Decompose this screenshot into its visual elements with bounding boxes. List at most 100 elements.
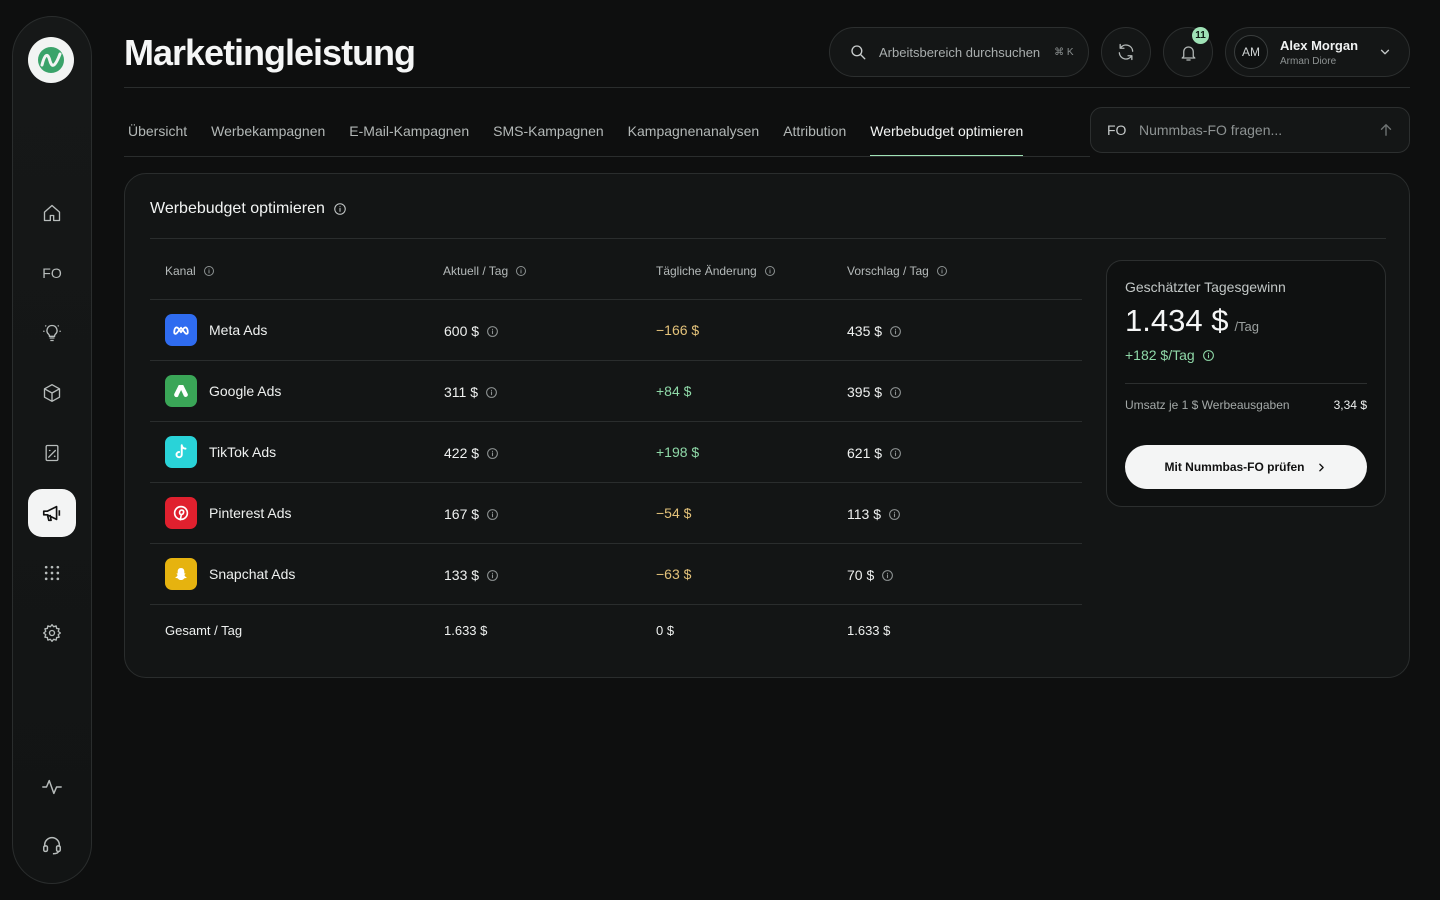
search-icon	[851, 45, 866, 60]
user-menu[interactable]: AM Alex Morgan Arman Diore	[1225, 27, 1410, 77]
value-text: 113 $	[847, 506, 881, 522]
card-divider	[150, 238, 1386, 239]
card-title-text: Werbebudget optimieren	[150, 200, 325, 217]
info-icon[interactable]	[889, 386, 902, 399]
column-label: Vorschlag / Tag	[847, 264, 929, 278]
daily-change: −166 $	[656, 322, 700, 338]
value-text: 422 $	[444, 445, 480, 461]
suggested-value: 113 $	[847, 506, 901, 522]
info-icon[interactable]	[1202, 349, 1215, 362]
info-icon[interactable]	[333, 202, 347, 216]
tab-sms-campaigns[interactable]: SMS-Kampagnen	[493, 123, 604, 157]
header-divider	[124, 87, 1410, 88]
notifications-button[interactable]: 11	[1163, 27, 1213, 77]
snapchat-logo-icon	[165, 558, 197, 590]
tabs-divider	[124, 156, 1090, 157]
nav-settings[interactable]	[28, 609, 76, 657]
daily-change: −54 $	[656, 505, 692, 521]
channel-name: Meta Ads	[209, 322, 268, 338]
fo-icon: FO	[1107, 122, 1127, 138]
tab-campaign-analytics[interactable]: Kampagnenanalysen	[628, 123, 760, 157]
info-icon[interactable]	[936, 265, 948, 277]
lightbulb-icon	[43, 324, 61, 342]
page-title: Marketingleistung	[124, 32, 416, 73]
sidebar: FO	[12, 16, 92, 884]
meta-logo-icon	[165, 314, 197, 346]
nav-support[interactable]	[28, 821, 76, 869]
value-text: 621 $	[847, 445, 883, 461]
bell-icon	[1181, 45, 1195, 61]
tab-attribution[interactable]: Attribution	[783, 123, 846, 157]
tab-email-campaigns[interactable]: E-Mail-Kampagnen	[349, 123, 469, 157]
search-input[interactable]: Arbeitsbereich durchsuchen ⌘ K	[829, 27, 1089, 77]
profit-amount: 1.434 $	[1125, 303, 1229, 338]
gear-icon	[43, 624, 61, 642]
button-label: Mit Nummbas-FO prüfen	[1164, 460, 1305, 474]
card-title: Werbebudget optimieren	[150, 200, 347, 218]
fo-icon: FO	[42, 265, 62, 281]
nav-apps[interactable]	[28, 549, 76, 597]
home-icon	[43, 204, 61, 222]
info-icon[interactable]	[889, 325, 902, 338]
suggested-value: 435 $	[847, 323, 902, 339]
info-icon[interactable]	[515, 265, 527, 277]
panel-divider	[1125, 383, 1367, 384]
current-value: 422 $	[444, 445, 499, 461]
info-icon[interactable]	[889, 447, 902, 460]
profit-delta-text: +182 $/Tag	[1125, 347, 1195, 363]
channel-name: Snapchat Ads	[209, 566, 296, 582]
notification-badge: 11	[1192, 27, 1209, 44]
suggested-value: 70 $	[847, 567, 894, 583]
nav-fo[interactable]: FO	[28, 249, 76, 297]
info-icon[interactable]	[486, 508, 499, 521]
nav-products[interactable]	[28, 369, 76, 417]
nav-reports[interactable]	[28, 429, 76, 477]
nav-insights[interactable]	[28, 309, 76, 357]
info-icon[interactable]	[486, 325, 499, 338]
user-subtitle: Arman Diore	[1280, 55, 1337, 67]
review-with-assistant-button[interactable]: Mit Nummbas-FO prüfen	[1125, 445, 1367, 489]
info-icon[interactable]	[485, 386, 498, 399]
value-text: 311 $	[444, 384, 478, 400]
nav-home[interactable]	[28, 189, 76, 237]
row-divider	[150, 299, 1082, 300]
channel-name: TikTok Ads	[209, 444, 277, 460]
value-text: 133 $	[444, 567, 480, 583]
roas-label: Umsatz je 1 $ Werbeausgaben	[1125, 398, 1290, 412]
info-icon[interactable]	[881, 569, 894, 582]
refresh-button[interactable]	[1101, 27, 1151, 77]
daily-change: −63 $	[656, 566, 692, 582]
daily-change: +84 $	[656, 383, 692, 399]
nav-activity[interactable]	[28, 763, 76, 811]
info-icon[interactable]	[764, 265, 776, 277]
column-header-suggested: Vorschlag / Tag	[847, 264, 948, 278]
info-icon[interactable]	[486, 569, 499, 582]
user-name: Alex Morgan	[1280, 37, 1359, 53]
total-suggested: 1.633 $	[847, 623, 891, 638]
daily-change: +198 $	[656, 444, 700, 460]
current-value: 133 $	[444, 567, 499, 583]
info-icon[interactable]	[888, 508, 901, 521]
app-logo[interactable]	[28, 37, 74, 83]
megaphone-icon	[42, 505, 61, 522]
google-ads-logo-icon	[165, 375, 197, 407]
column-header-channel: Kanal	[165, 264, 215, 278]
roas-value: 3,34 $	[1333, 398, 1367, 412]
nav-marketing[interactable]	[28, 489, 76, 537]
channel-pinterest: Pinterest Ads	[165, 497, 292, 529]
info-icon[interactable]	[203, 265, 215, 277]
value-text: 167 $	[444, 506, 480, 522]
ask-assistant-input[interactable]: FO Nummbas-FO fragen...	[1090, 107, 1410, 153]
send-arrow-icon[interactable]	[1377, 121, 1395, 139]
channel-meta: Meta Ads	[165, 314, 267, 346]
chevron-right-icon	[1318, 463, 1324, 471]
tab-overview[interactable]: Übersicht	[128, 123, 187, 157]
column-label: Tägliche Änderung	[656, 264, 757, 278]
total-label: Gesamt / Tag	[165, 623, 243, 638]
tab-optimize-budget[interactable]: Werbebudget optimieren	[870, 123, 1024, 157]
channel-google: Google Ads	[165, 375, 281, 407]
info-icon[interactable]	[486, 447, 499, 460]
apps-grid-icon	[44, 565, 60, 581]
profit-unit: /Tag	[1234, 319, 1260, 334]
tab-ad-campaigns[interactable]: Werbekampagnen	[211, 123, 325, 157]
